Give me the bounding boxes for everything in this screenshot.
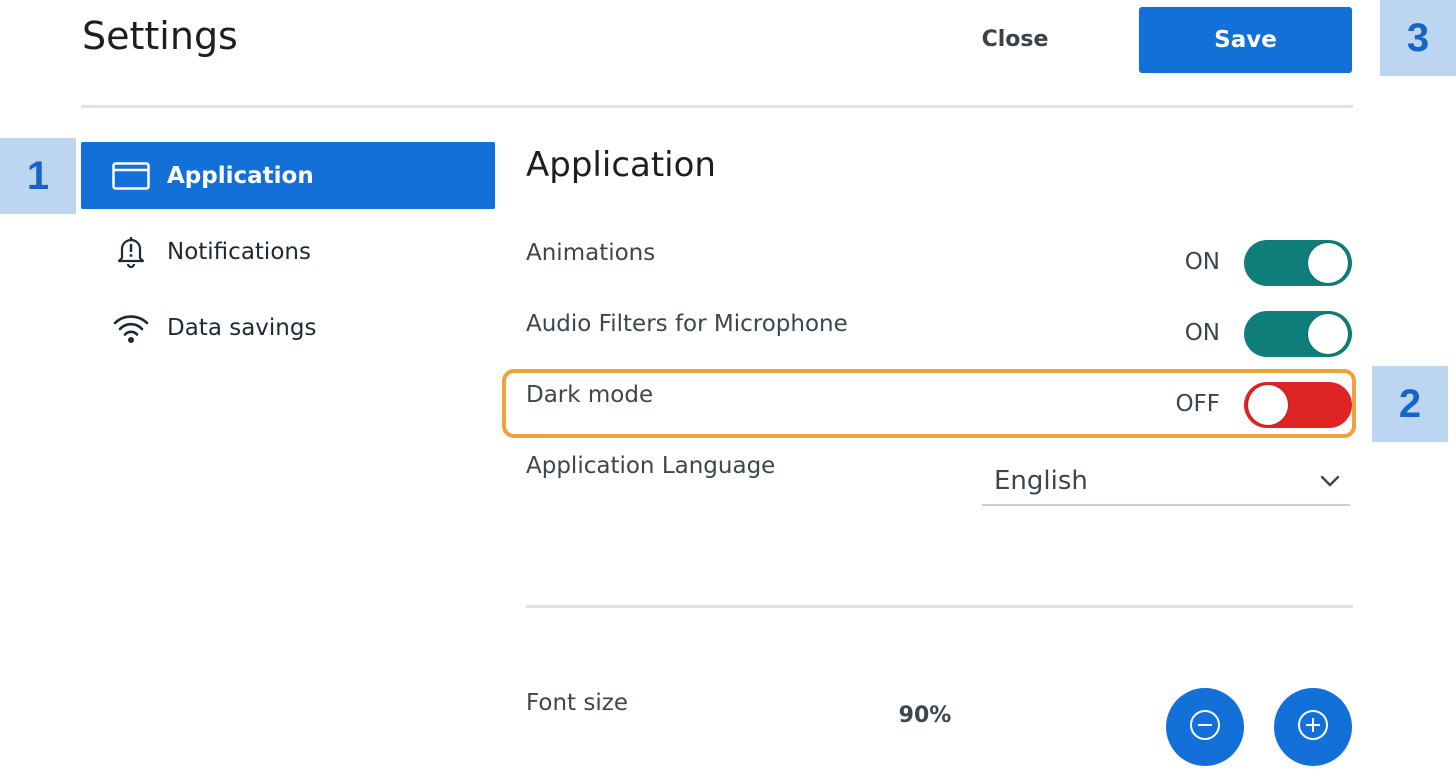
page-title: Settings: [82, 14, 238, 58]
callout-badge-1: 1: [0, 138, 76, 214]
chevron-down-icon: [1320, 472, 1340, 491]
font-size-value: 90%: [898, 703, 952, 728]
bell-alert-icon: [111, 235, 151, 269]
save-button[interactable]: Save: [1139, 7, 1352, 73]
toggle-knob: [1248, 385, 1288, 425]
sidebar-item-label: Notifications: [167, 238, 311, 265]
toggle-knob: [1308, 243, 1348, 283]
section-title: Application: [526, 145, 716, 185]
sidebar-item-data-savings[interactable]: Data savings: [81, 294, 495, 361]
browser-window-icon: [111, 159, 151, 193]
language-select-value: English: [994, 466, 1088, 496]
toggle-knob: [1308, 314, 1348, 354]
animations-state: ON: [1184, 249, 1220, 275]
audio-filters-label: Audio Filters for Microphone: [526, 311, 848, 337]
callout-badge-2: 2: [1372, 366, 1448, 442]
increase-font-button[interactable]: [1274, 688, 1352, 766]
animations-label: Animations: [526, 240, 656, 266]
sidebar-item-notifications[interactable]: Notifications: [81, 218, 495, 285]
animations-toggle[interactable]: [1244, 240, 1352, 286]
section-divider: [526, 605, 1353, 608]
close-button[interactable]: Close: [960, 20, 1070, 58]
header-divider: [81, 105, 1353, 108]
language-select[interactable]: English: [982, 458, 1350, 506]
minus-circle-icon: [1188, 708, 1222, 746]
audio-filters-toggle[interactable]: [1244, 311, 1352, 357]
wifi-icon: [111, 311, 151, 345]
audio-filters-state: ON: [1184, 320, 1220, 346]
language-label: Application Language: [526, 453, 776, 479]
sidebar-item-label: Application: [167, 162, 314, 189]
plus-circle-icon: [1296, 708, 1330, 746]
callout-badge-3: 3: [1380, 0, 1456, 76]
decrease-font-button[interactable]: [1166, 688, 1244, 766]
font-size-label: Font size: [526, 690, 628, 716]
sidebar-item-application[interactable]: Application: [81, 142, 495, 209]
dark-mode-label: Dark mode: [526, 382, 654, 408]
dark-mode-toggle[interactable]: [1244, 382, 1352, 428]
sidebar-item-label: Data savings: [167, 314, 317, 341]
dark-mode-state: OFF: [1175, 391, 1220, 417]
